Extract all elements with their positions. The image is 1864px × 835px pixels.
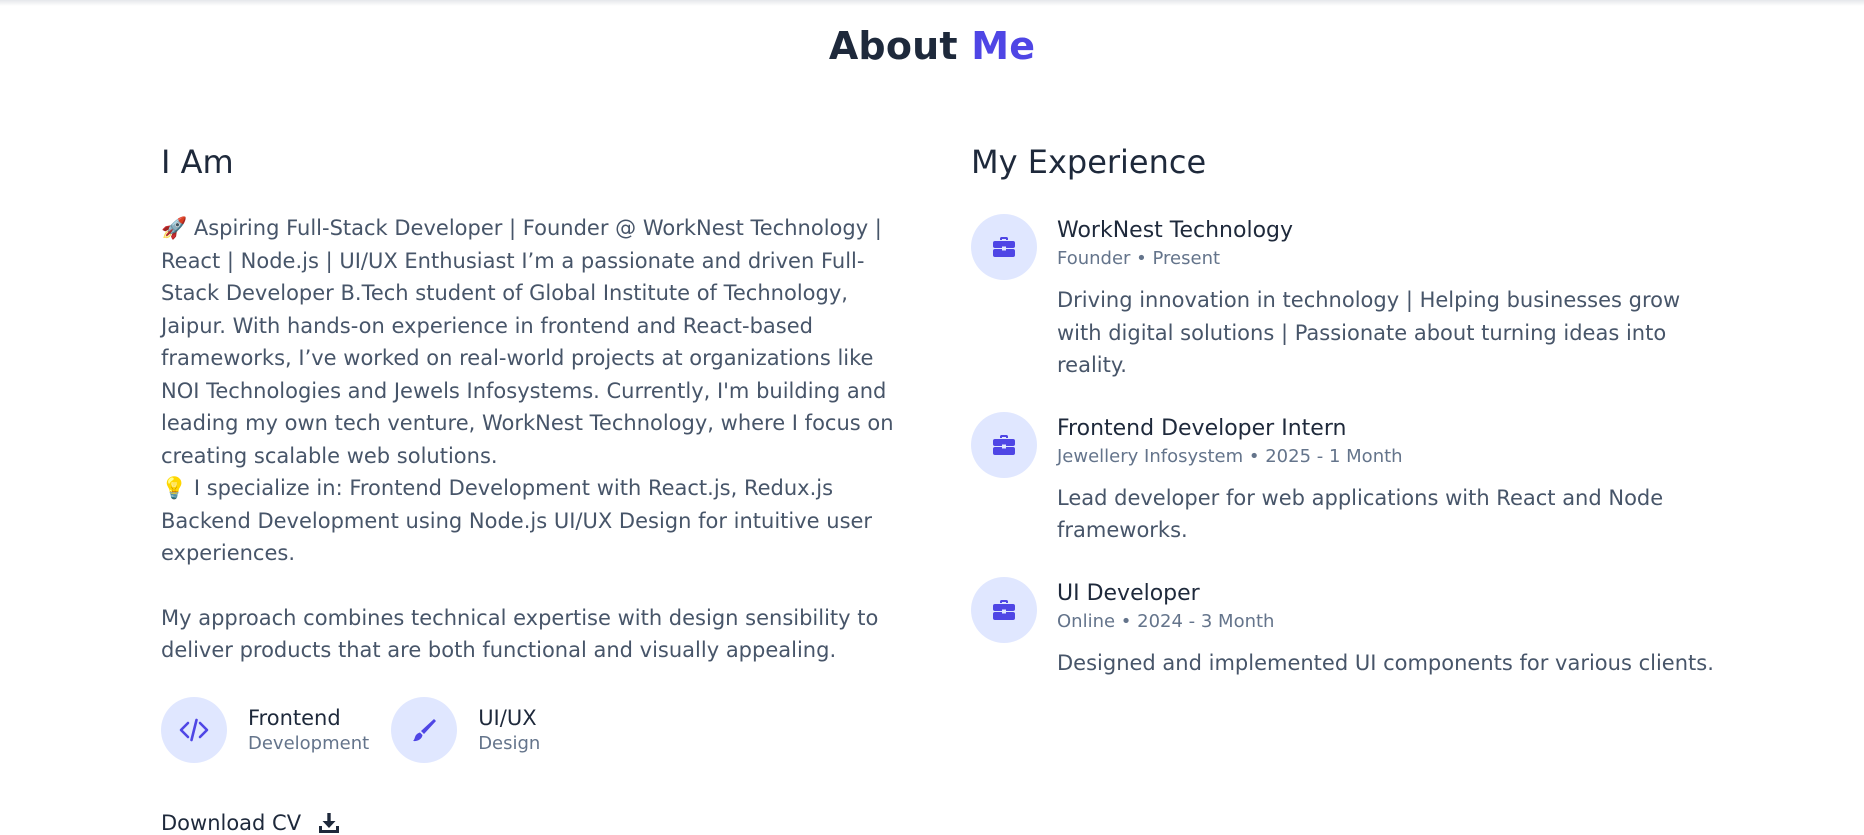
skills-row: Frontend Development UI/UX Design bbox=[161, 696, 906, 763]
experience-meta: Jewellery Infosystem • 2025 - 1 Month bbox=[1057, 445, 1403, 467]
download-cv-label: Download CV bbox=[161, 810, 302, 835]
experience-body: WorkNest Technology Founder • Present Dr… bbox=[1057, 214, 1717, 382]
skill-uiux: UI/UX Design bbox=[391, 696, 540, 763]
briefcase-icon bbox=[971, 214, 1037, 280]
skill-text: Frontend Development bbox=[248, 704, 369, 756]
experience-description: Lead developer for web applications with… bbox=[1057, 485, 1664, 543]
experience-description: Designed and implemented UI components f… bbox=[1057, 650, 1714, 675]
experience-item: WorkNest Technology Founder • Present Dr… bbox=[971, 214, 1691, 382]
experience-body: Frontend Developer Intern Jewellery Info… bbox=[1057, 412, 1717, 547]
experience-body: UI Developer Online • 2024 - 3 Month Des… bbox=[1057, 577, 1717, 680]
experience-heading: My Experience bbox=[971, 143, 1207, 181]
experience-title: UI Developer bbox=[1057, 580, 1200, 606]
about-column: I Am 🚀 Aspiring Full-Stack Developer | F… bbox=[161, 140, 906, 835]
skill-text: UI/UX Design bbox=[478, 704, 540, 756]
experience-title: WorkNest Technology bbox=[1057, 218, 1294, 243]
skill-title: UI/UX bbox=[478, 705, 537, 730]
section-title-main: About bbox=[828, 24, 958, 68]
section-title-accent: Me bbox=[971, 24, 1036, 68]
experience-list: WorkNest Technology Founder • Present Dr… bbox=[971, 214, 1714, 680]
bio: 🚀 Aspiring Full-Stack Developer | Founde… bbox=[161, 212, 906, 667]
download-icon bbox=[319, 812, 340, 833]
experience-item: UI Developer Online • 2024 - 3 Month Des… bbox=[971, 576, 1714, 680]
experience-meta: Online • 2024 - 3 Month bbox=[1057, 610, 1275, 632]
bio-spacer bbox=[161, 570, 906, 602]
briefcase-icon bbox=[971, 411, 1037, 478]
bio-paragraph: My approach combines technical expertise… bbox=[161, 605, 879, 663]
bio-paragraph: 💡 I specialize in: Frontend Development … bbox=[161, 476, 873, 565]
bio-paragraph: 🚀 Aspiring Full-Stack Developer | Founde… bbox=[161, 216, 894, 468]
experience-column: My Experience WorkNest Technology Founde… bbox=[971, 140, 1714, 709]
download-cv-button[interactable]: Download CV bbox=[161, 811, 341, 835]
skill-subtitle: Development bbox=[248, 732, 370, 754]
experience-meta: Founder • Present bbox=[1057, 248, 1221, 269]
experience-description: Driving innovation in technology | Helpi… bbox=[1057, 288, 1681, 377]
skill-subtitle: Design bbox=[478, 732, 541, 754]
top-shadow bbox=[0, 0, 1864, 6]
section-title: About Me bbox=[0, 24, 1864, 68]
skill-title: Frontend bbox=[248, 705, 341, 730]
briefcase-icon bbox=[971, 576, 1037, 643]
experience-item: Frontend Developer Intern Jewellery Info… bbox=[971, 411, 1691, 547]
code-icon bbox=[161, 696, 227, 763]
skill-frontend: Frontend Development bbox=[161, 696, 369, 763]
paintbrush-icon bbox=[391, 696, 458, 763]
about-heading: I Am bbox=[161, 143, 234, 181]
experience-title: Frontend Developer Intern bbox=[1057, 415, 1347, 441]
